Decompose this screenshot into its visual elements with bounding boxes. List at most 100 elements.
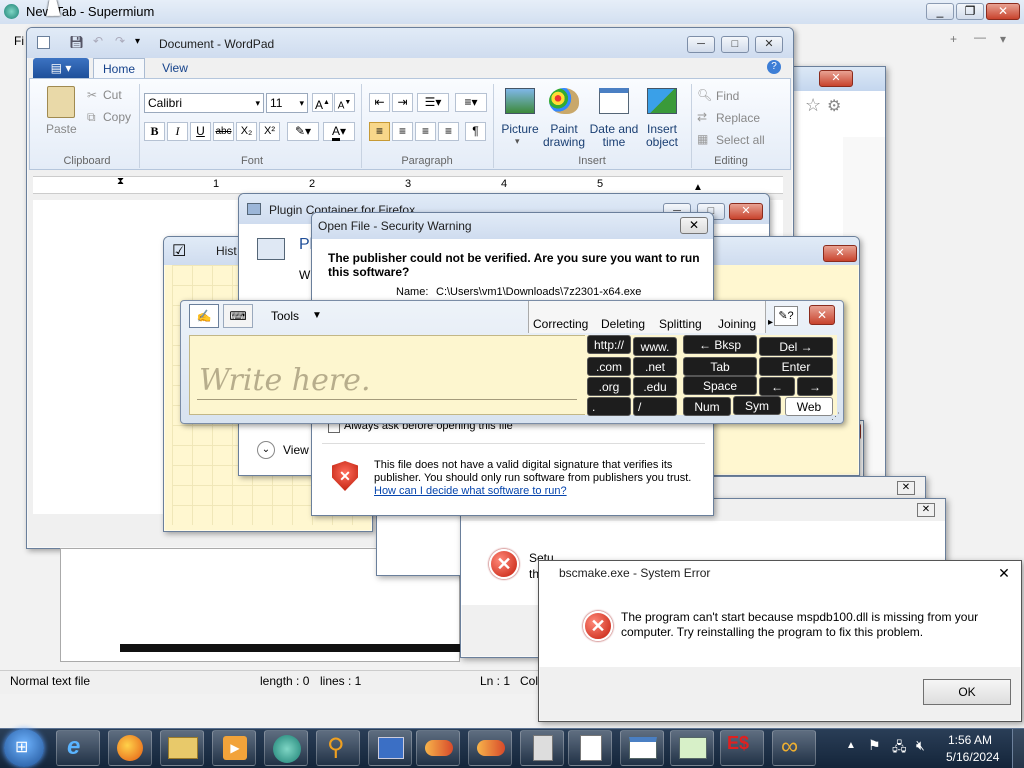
paint-palette-icon[interactable] [549,88,579,114]
tab-list-chevron-icon[interactable]: ▾ [1000,32,1006,46]
paragraph-dialog-button[interactable]: ¶ [465,122,486,141]
key-http[interactable]: http:// [587,335,631,354]
select-all-button[interactable]: Select all [716,133,765,147]
paint-drawing-button[interactable]: Paint drawing [539,123,589,149]
grow-font-button[interactable]: A▲ [312,93,333,112]
date-time-button[interactable]: Date and time [587,123,641,149]
clock-time[interactable]: 1:56 AM [948,733,992,747]
wordpad-file-menu-button[interactable]: ▤ ▾ [33,58,89,78]
picture-button[interactable]: Picture [499,123,541,136]
copy-icon[interactable]: ⧉ [87,110,96,125]
tray-volume-muted-icon[interactable]: 🔇︎ [916,737,925,754]
view-details-button[interactable]: View [283,443,309,457]
taskbar-supermium-icon[interactable] [264,730,308,766]
taskbar-app-orange-1-icon[interactable] [416,730,460,766]
gesture-deleting[interactable]: Deleting [601,317,645,331]
tab-minimize-icon[interactable]: — [974,30,986,44]
show-desktop-button[interactable] [1012,729,1024,768]
strikethrough-button[interactable]: abc [213,122,234,141]
shrink-font-button[interactable]: A▼ [334,93,355,112]
wordpad-titlebar[interactable] [27,28,793,58]
supermium-maximize-button[interactable]: ❐ [956,3,984,20]
highlight-button[interactable]: ✎▾ [287,122,319,141]
gear-icon[interactable]: ⚙ [827,96,841,116]
star-icon[interactable]: ☆ [805,95,821,116]
gesture-joining[interactable]: Joining [718,317,756,331]
key-space[interactable]: Space [683,376,757,395]
tray-network-icon[interactable]: 🖧︎ [892,738,907,760]
right-indent-marker-icon[interactable]: ▲ [693,182,703,193]
syserr-close-button[interactable]: ✕ [993,564,1015,582]
line-spacing-button[interactable]: ≡▾ [455,93,487,112]
paste-button[interactable]: Paste [46,122,77,136]
key-del[interactable]: Del → [759,337,833,356]
wordpad-close-button[interactable]: ✕ [755,36,783,53]
bold-button[interactable]: B [144,122,165,141]
wordpad-minimize-button[interactable]: ─ [687,36,715,53]
tray-expand-icon[interactable]: ▲ [846,740,856,751]
gesture-splitting[interactable]: Splitting [659,317,702,331]
wordpad-maximize-button[interactable]: □ [721,36,749,53]
clock-date[interactable]: 5/16/2024 [946,750,999,764]
picture-icon[interactable] [505,88,535,114]
calendar-clock-icon[interactable] [599,88,629,114]
subscript-button[interactable]: X₂ [236,122,257,141]
save-icon[interactable]: 💾︎ [69,35,84,49]
setup-close-icon[interactable]: ✕ [917,503,935,517]
increase-indent-button[interactable]: ⇥ [392,93,413,112]
copy-button[interactable]: Copy [103,110,131,124]
taskbar-window-icon[interactable] [620,730,664,766]
indent-marker-icon[interactable]: ⧗ [117,176,124,187]
key-edu[interactable]: .edu [633,377,677,396]
tab-home[interactable]: Home [93,58,145,79]
setup-back-close-icon[interactable]: ✕ [897,481,915,495]
taskbar-tip-icon[interactable] [670,730,714,766]
key-com[interactable]: .com [587,357,631,376]
superscript-button[interactable]: X² [259,122,280,141]
taskbar-firefox-icon[interactable] [108,730,152,766]
security-close-button[interactable]: ✕ [680,217,708,234]
key-web[interactable]: Web [785,397,833,416]
redo-icon[interactable]: ↷ [115,34,125,48]
undo-icon[interactable]: ↶ [93,34,103,48]
key-sym[interactable]: Sym [733,396,781,415]
insert-object-icon[interactable] [647,88,677,114]
align-right-button[interactable]: ≡ [415,122,436,141]
paste-icon[interactable] [47,86,75,118]
taskbar-esp-icon[interactable]: E$ [720,730,764,766]
taskbar-app-orange-2-icon[interactable] [468,730,512,766]
taskbar-wordpad-icon[interactable] [568,730,612,766]
bullets-button[interactable]: ☰▾ [417,93,449,112]
plugin-close-button[interactable]: ✕ [729,203,763,220]
key-tab[interactable]: Tab [683,357,757,376]
help-icon[interactable]: ? [767,60,781,74]
insert-object-button[interactable]: Insert object [637,123,687,149]
key-org[interactable]: .org [587,377,631,396]
find-icon[interactable]: 🔍︎ [697,88,712,102]
syserr-ok-button[interactable]: OK [923,679,1011,705]
keyboard-mode-button[interactable]: ⌨ [223,304,253,328]
gesture-correcting[interactable]: Correcting [533,317,588,331]
supermium-close-button[interactable]: ✕ [986,3,1020,20]
taskbar-infinity-icon[interactable]: ∞ [772,730,816,766]
key-slash[interactable]: / [633,397,677,416]
tab-view[interactable]: View [149,58,201,79]
key-net[interactable]: .net [633,357,677,376]
font-size-select[interactable]: 11 ▾ [266,93,308,113]
font-color-button[interactable]: A▾ [323,122,355,141]
key-dot[interactable]: . [587,397,631,416]
security-help-link[interactable]: How can I decide what software to run? [374,485,567,497]
key-left[interactable]: ← [759,377,795,396]
tools-menu[interactable]: Tools [271,309,299,323]
view-chevron-icon[interactable]: ⌄ [257,441,275,459]
key-bksp[interactable]: ← Bksp [683,335,757,354]
taskbar-ie-icon[interactable]: e [56,730,100,766]
cut-button[interactable]: Cut [103,88,122,102]
new-tab-plus-icon[interactable]: + [950,32,957,46]
find-button[interactable]: Find [716,89,739,103]
key-num[interactable]: Num [683,397,731,416]
background-close-button-1[interactable]: ✕ [819,70,853,87]
taskbar-magnifier-icon[interactable]: ⚲ [316,730,360,766]
scissors-icon[interactable]: ✂ [87,88,97,102]
underline-button[interactable]: U [190,122,211,141]
